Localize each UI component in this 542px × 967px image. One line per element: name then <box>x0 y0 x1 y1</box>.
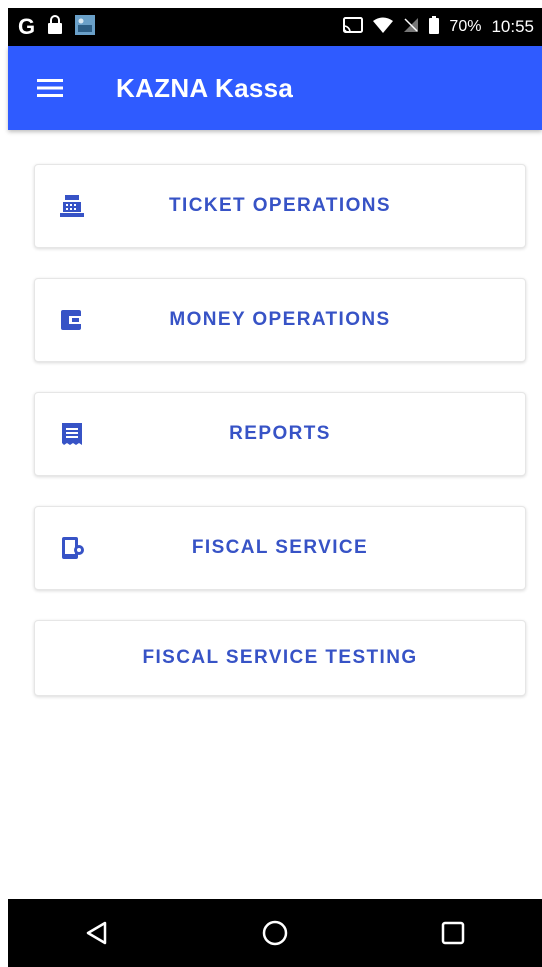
ticket-operations-label: TICKET OPERATIONS <box>169 195 391 216</box>
battery-icon <box>429 15 440 39</box>
fiscal-service-testing-label: FISCAL SERVICE TESTING <box>142 647 418 668</box>
recents-icon <box>441 921 465 945</box>
status-left-icons: G <box>18 14 96 40</box>
money-operations-button[interactable]: MONEY OPERATIONS <box>34 278 526 362</box>
reports-button[interactable]: REPORTS <box>34 392 526 476</box>
status-bar: G 70% 10:55 <box>8 8 542 46</box>
cast-icon <box>343 16 364 38</box>
fiscal-service-button[interactable]: FISCAL SERVICE <box>34 506 526 590</box>
cash-register-icon <box>59 193 85 219</box>
fiscal-service-label: FISCAL SERVICE <box>191 537 369 558</box>
wifi-icon <box>373 17 394 38</box>
no-signal-icon <box>403 17 419 38</box>
menu-button[interactable] <box>18 46 82 130</box>
back-icon <box>86 921 107 945</box>
receipt-icon <box>59 421 85 447</box>
home-button[interactable] <box>245 903 305 963</box>
fiscal-service-testing-button[interactable]: FISCAL SERVICE TESTING <box>34 620 526 696</box>
image-thumbnail-icon <box>75 14 96 40</box>
app-bar: KAZNA Kassa <box>8 46 542 130</box>
status-right-icons: 70% 10:55 <box>343 15 534 39</box>
home-icon <box>262 920 288 946</box>
ticket-operations-button[interactable]: TICKET OPERATIONS <box>34 164 526 248</box>
navigation-bar <box>8 899 542 967</box>
app-title: KAZNA Kassa <box>116 72 294 103</box>
money-operations-label: MONEY OPERATIONS <box>169 309 391 330</box>
reports-label: REPORTS <box>229 423 331 444</box>
clock: 10:55 <box>491 17 534 36</box>
google-icon: G <box>18 14 36 39</box>
wallet-icon <box>59 307 85 333</box>
lock-icon <box>47 14 63 40</box>
battery-percentage: 70% <box>449 18 482 35</box>
device-settings-icon <box>59 535 85 561</box>
back-button[interactable] <box>67 903 127 963</box>
recents-button[interactable] <box>423 903 483 963</box>
menu-icon <box>37 79 63 97</box>
